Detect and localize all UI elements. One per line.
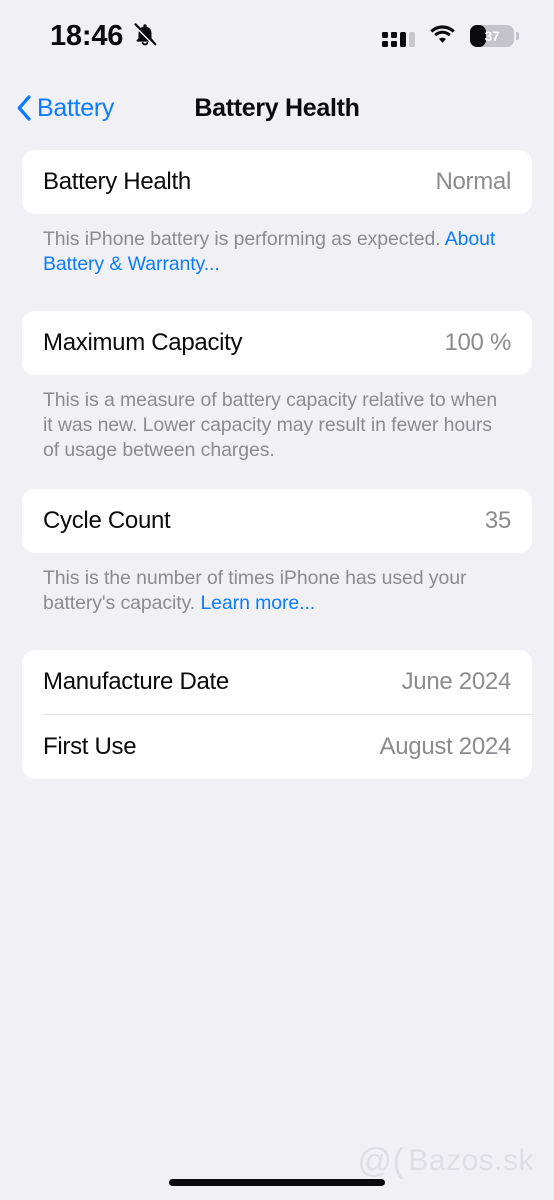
row-manufacture-date[interactable]: Manufacture Date June 2024 [22,650,532,714]
page-title: Battery Health [194,93,360,122]
maximum-capacity-footnote: This is a measure of battery capacity re… [22,388,532,463]
status-bar: 18:46 37 [0,0,554,72]
row-maximum-capacity[interactable]: Maximum Capacity 100 % [22,311,532,375]
row-value: 100 % [444,329,511,356]
row-value: August 2024 [379,733,512,760]
row-label: Cycle Count [43,507,171,534]
navigation-bar: Battery Battery Health [0,82,554,134]
dates-card: Manufacture Date June 2024 First Use Aug… [22,650,532,779]
row-label: Maximum Capacity [43,329,243,356]
row-value: 35 [484,507,511,534]
battery-percent-label: 37 [484,28,500,44]
row-label: Manufacture Date [43,668,229,695]
footnote-text: This iPhone battery is performing as exp… [43,228,445,250]
row-battery-health[interactable]: Battery Health Normal [22,150,532,214]
battery-health-screen: 18:46 37 Battery Battery Health Battery … [0,0,554,1200]
wifi-icon [429,24,456,49]
row-value: Normal [435,168,511,195]
settings-list: Battery Health Normal This iPhone batter… [0,150,554,1200]
battery-icon: 37 [470,25,519,47]
cycle-count-footnote: This is the number of times iPhone has u… [22,566,532,616]
row-cycle-count[interactable]: Cycle Count 35 [22,489,532,553]
row-label: First Use [43,733,137,760]
status-bar-right: 37 [382,24,519,49]
bell-slash-icon [132,21,158,52]
maximum-capacity-card: Maximum Capacity 100 % [22,311,532,375]
battery-health-card: Battery Health Normal [22,150,532,214]
footnote-text: This is a measure of battery capacity re… [43,389,498,461]
battery-health-footnote: This iPhone battery is performing as exp… [22,227,532,277]
cellular-bars-icon [382,25,415,47]
cycle-count-card: Cycle Count 35 [22,489,532,553]
status-time: 18:46 [50,19,124,52]
row-value: June 2024 [401,668,512,695]
row-label: Battery Health [43,168,191,195]
home-indicator[interactable] [169,1179,385,1186]
row-first-use[interactable]: First Use August 2024 [22,715,532,779]
status-bar-left: 18:46 [50,21,158,52]
learn-more-link[interactable]: Learn more... [200,592,315,614]
